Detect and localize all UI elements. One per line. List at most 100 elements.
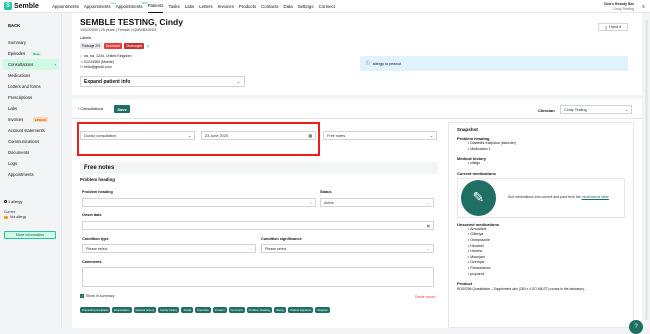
more-information-button[interactable]: More information bbox=[4, 231, 56, 239]
tablet-icon: ▯ bbox=[604, 25, 608, 30]
user-account[interactable]: Clea's Beauty Bar Cindy Testing bbox=[604, 2, 634, 11]
sidebar-item-label: Appointments bbox=[8, 172, 34, 177]
show-in-summary-checkbox[interactable]: ✓ Show in summary bbox=[80, 294, 115, 298]
section-tag[interactable]: Patient signature bbox=[288, 307, 314, 313]
nav-item[interactable]: Invoices bbox=[218, 0, 234, 13]
sidebar-item[interactable]: Consultations › bbox=[3, 59, 59, 70]
condition-type-value: Please select bbox=[86, 246, 108, 251]
info-icon: ⓘ bbox=[366, 61, 370, 65]
chevron-down-icon: ⌄ bbox=[236, 79, 240, 84]
nav-item[interactable]: Connect bbox=[319, 0, 335, 13]
sidebar-item[interactable]: Prescriptions bbox=[3, 92, 59, 103]
semble-logo-icon: S bbox=[4, 2, 12, 10]
hand-it-button[interactable]: ▯ Hand it bbox=[598, 23, 628, 31]
nav-item[interactable]: Letters bbox=[199, 0, 212, 13]
nav-item[interactable]: Products bbox=[239, 0, 256, 13]
sidebar-item[interactable]: Summary bbox=[3, 37, 59, 48]
condition-significance-select[interactable]: Please select ⌄ bbox=[261, 244, 434, 253]
template-select[interactable]: Free notes ⌄ bbox=[323, 131, 437, 140]
sidebar-item[interactable]: Labs bbox=[3, 103, 59, 114]
allergy-severity-icon bbox=[4, 215, 8, 219]
chevron-down-icon: ⌄ bbox=[426, 200, 430, 205]
comments-textarea[interactable] bbox=[82, 267, 434, 287]
section-tag[interactable]: Prescribe bbox=[195, 307, 211, 313]
sidebar-item[interactable]: Documents bbox=[3, 147, 59, 158]
label-chip[interactable]: Deceased bbox=[103, 43, 123, 49]
sidebar-item-label: Medications bbox=[8, 73, 31, 78]
list-item: Medication 1 bbox=[468, 147, 625, 153]
search-icon: ⌕ bbox=[309, 200, 312, 205]
nav-item-label: Letters bbox=[199, 3, 213, 9]
pill-bottle-icon: ✎ bbox=[461, 179, 496, 216]
medications-hint-text: Sort medications into current and past f… bbox=[507, 195, 581, 200]
user-name: Clea's Beauty Bar bbox=[603, 2, 634, 6]
user-subtitle: Cindy Testing bbox=[612, 6, 634, 11]
section-tag[interactable]: Social bbox=[181, 307, 194, 313]
nav-item[interactable]: Data bbox=[283, 0, 292, 13]
sidebar-item[interactable]: Letters and forms bbox=[3, 81, 59, 92]
patient-header-card: SEMBLE TESTING, Cindy 10/02/2000 | 25 ye… bbox=[72, 13, 642, 95]
nav-item-label: Products bbox=[238, 3, 257, 9]
sidebar-item-label: Labs bbox=[8, 106, 18, 111]
section-tag[interactable]: Presenting complaint bbox=[80, 307, 111, 313]
patient-details: 10/02/2000 | 25 years | Female | IQMWBX3… bbox=[80, 28, 157, 32]
section-tag[interactable]: Comment bbox=[228, 307, 245, 313]
nav-item[interactable]: Patients bbox=[147, 0, 164, 13]
nav-item[interactable]: Appointments bbox=[52, 0, 79, 13]
patient-contact: ⌂ na, na, 1234, United Kingdom ☏01234569 … bbox=[80, 54, 132, 71]
hamburger-menu-icon[interactable]: ≡ bbox=[642, 4, 645, 10]
medications-table-link[interactable]: medications table bbox=[582, 195, 609, 199]
problem-heading-input[interactable]: ⌕ bbox=[82, 198, 316, 207]
sidebar-item[interactable]: Communications bbox=[3, 136, 59, 147]
back-link[interactable]: BACK bbox=[8, 23, 20, 28]
nav-item[interactable]: Contacts bbox=[261, 0, 278, 13]
nav-item[interactable]: Settings bbox=[298, 0, 314, 13]
template-select-value: Free notes bbox=[327, 133, 346, 138]
allergy-banner: ⓘ allergy to peanut bbox=[360, 56, 628, 71]
save-button[interactable]: Save bbox=[114, 105, 130, 113]
labels-heading: Labels bbox=[80, 36, 92, 40]
section-tag[interactable]: Medical history bbox=[133, 307, 157, 313]
nav-item[interactable]: Appointments NEW bbox=[116, 0, 148, 13]
section-tag[interactable]: Family history bbox=[158, 307, 180, 313]
balance-badge: £450.00 bbox=[33, 117, 48, 122]
section-tag[interactable]: Allergy bbox=[273, 307, 287, 313]
problem-list: Diabetes Insipidus (disorder)Medication … bbox=[457, 141, 625, 152]
section-tag[interactable]: Product bbox=[212, 307, 227, 313]
patient-name: SEMBLE TESTING, Cindy bbox=[80, 17, 183, 27]
sidebar-item[interactable]: Medications bbox=[3, 70, 59, 81]
snapshot-title: Snapshot bbox=[457, 127, 478, 132]
sidebar-item[interactable]: Episodes Beta bbox=[3, 48, 59, 59]
page-scrollbar[interactable] bbox=[645, 20, 648, 320]
back-to-consultations[interactable]: ‹ Consultations bbox=[78, 107, 103, 111]
address-text: na, na, 1234, United Kingdom bbox=[84, 54, 132, 58]
nav-item[interactable]: Appointments New bbox=[84, 0, 116, 13]
sidebar-item[interactable]: Logs bbox=[3, 158, 59, 169]
nav-item-label: Invoices bbox=[217, 3, 234, 9]
onset-date-input[interactable]: ▦ bbox=[82, 221, 434, 230]
delete-record-link[interactable]: Delete record bbox=[415, 295, 435, 299]
expand-patient-info[interactable]: Expand patient info ⌄ bbox=[80, 76, 245, 87]
label-chip[interactable]: Discharged bbox=[124, 43, 145, 49]
condition-type-select[interactable]: Please select ⌄ bbox=[82, 244, 256, 253]
section-tag[interactable]: Diagram bbox=[315, 307, 330, 313]
chevron-right-icon: › bbox=[54, 62, 56, 67]
email-text: hello@gmail.com bbox=[84, 65, 112, 69]
section-tags: Presenting complaint Examination Medical h… bbox=[80, 307, 332, 313]
allergy-count-label: 1 allergy bbox=[8, 200, 23, 204]
section-tag[interactable]: Examination bbox=[112, 307, 132, 313]
chat-help-button[interactable]: ? bbox=[629, 320, 643, 334]
nav-item[interactable]: Tasks bbox=[168, 0, 179, 13]
sidebar-item[interactable]: Invoices £450.00 bbox=[3, 114, 59, 125]
sidebar-item[interactable]: Appointments bbox=[3, 169, 59, 180]
section-tag[interactable]: Problem heading bbox=[246, 307, 272, 313]
sidebar-item[interactable]: Account statements bbox=[3, 125, 59, 136]
nav-item[interactable]: Labs bbox=[185, 0, 195, 13]
pencil-icon[interactable]: ✎ bbox=[146, 44, 149, 49]
app-logo[interactable]: S Semble bbox=[4, 2, 52, 10]
clinician-select[interactable]: Cindy Testing ⌄ bbox=[560, 105, 632, 114]
label-chip[interactable]: Package 2/3 bbox=[80, 43, 102, 49]
highlight-box bbox=[77, 122, 320, 156]
nav-item-label: Data bbox=[283, 3, 293, 9]
status-select[interactable]: Active ⌄ bbox=[320, 198, 434, 207]
